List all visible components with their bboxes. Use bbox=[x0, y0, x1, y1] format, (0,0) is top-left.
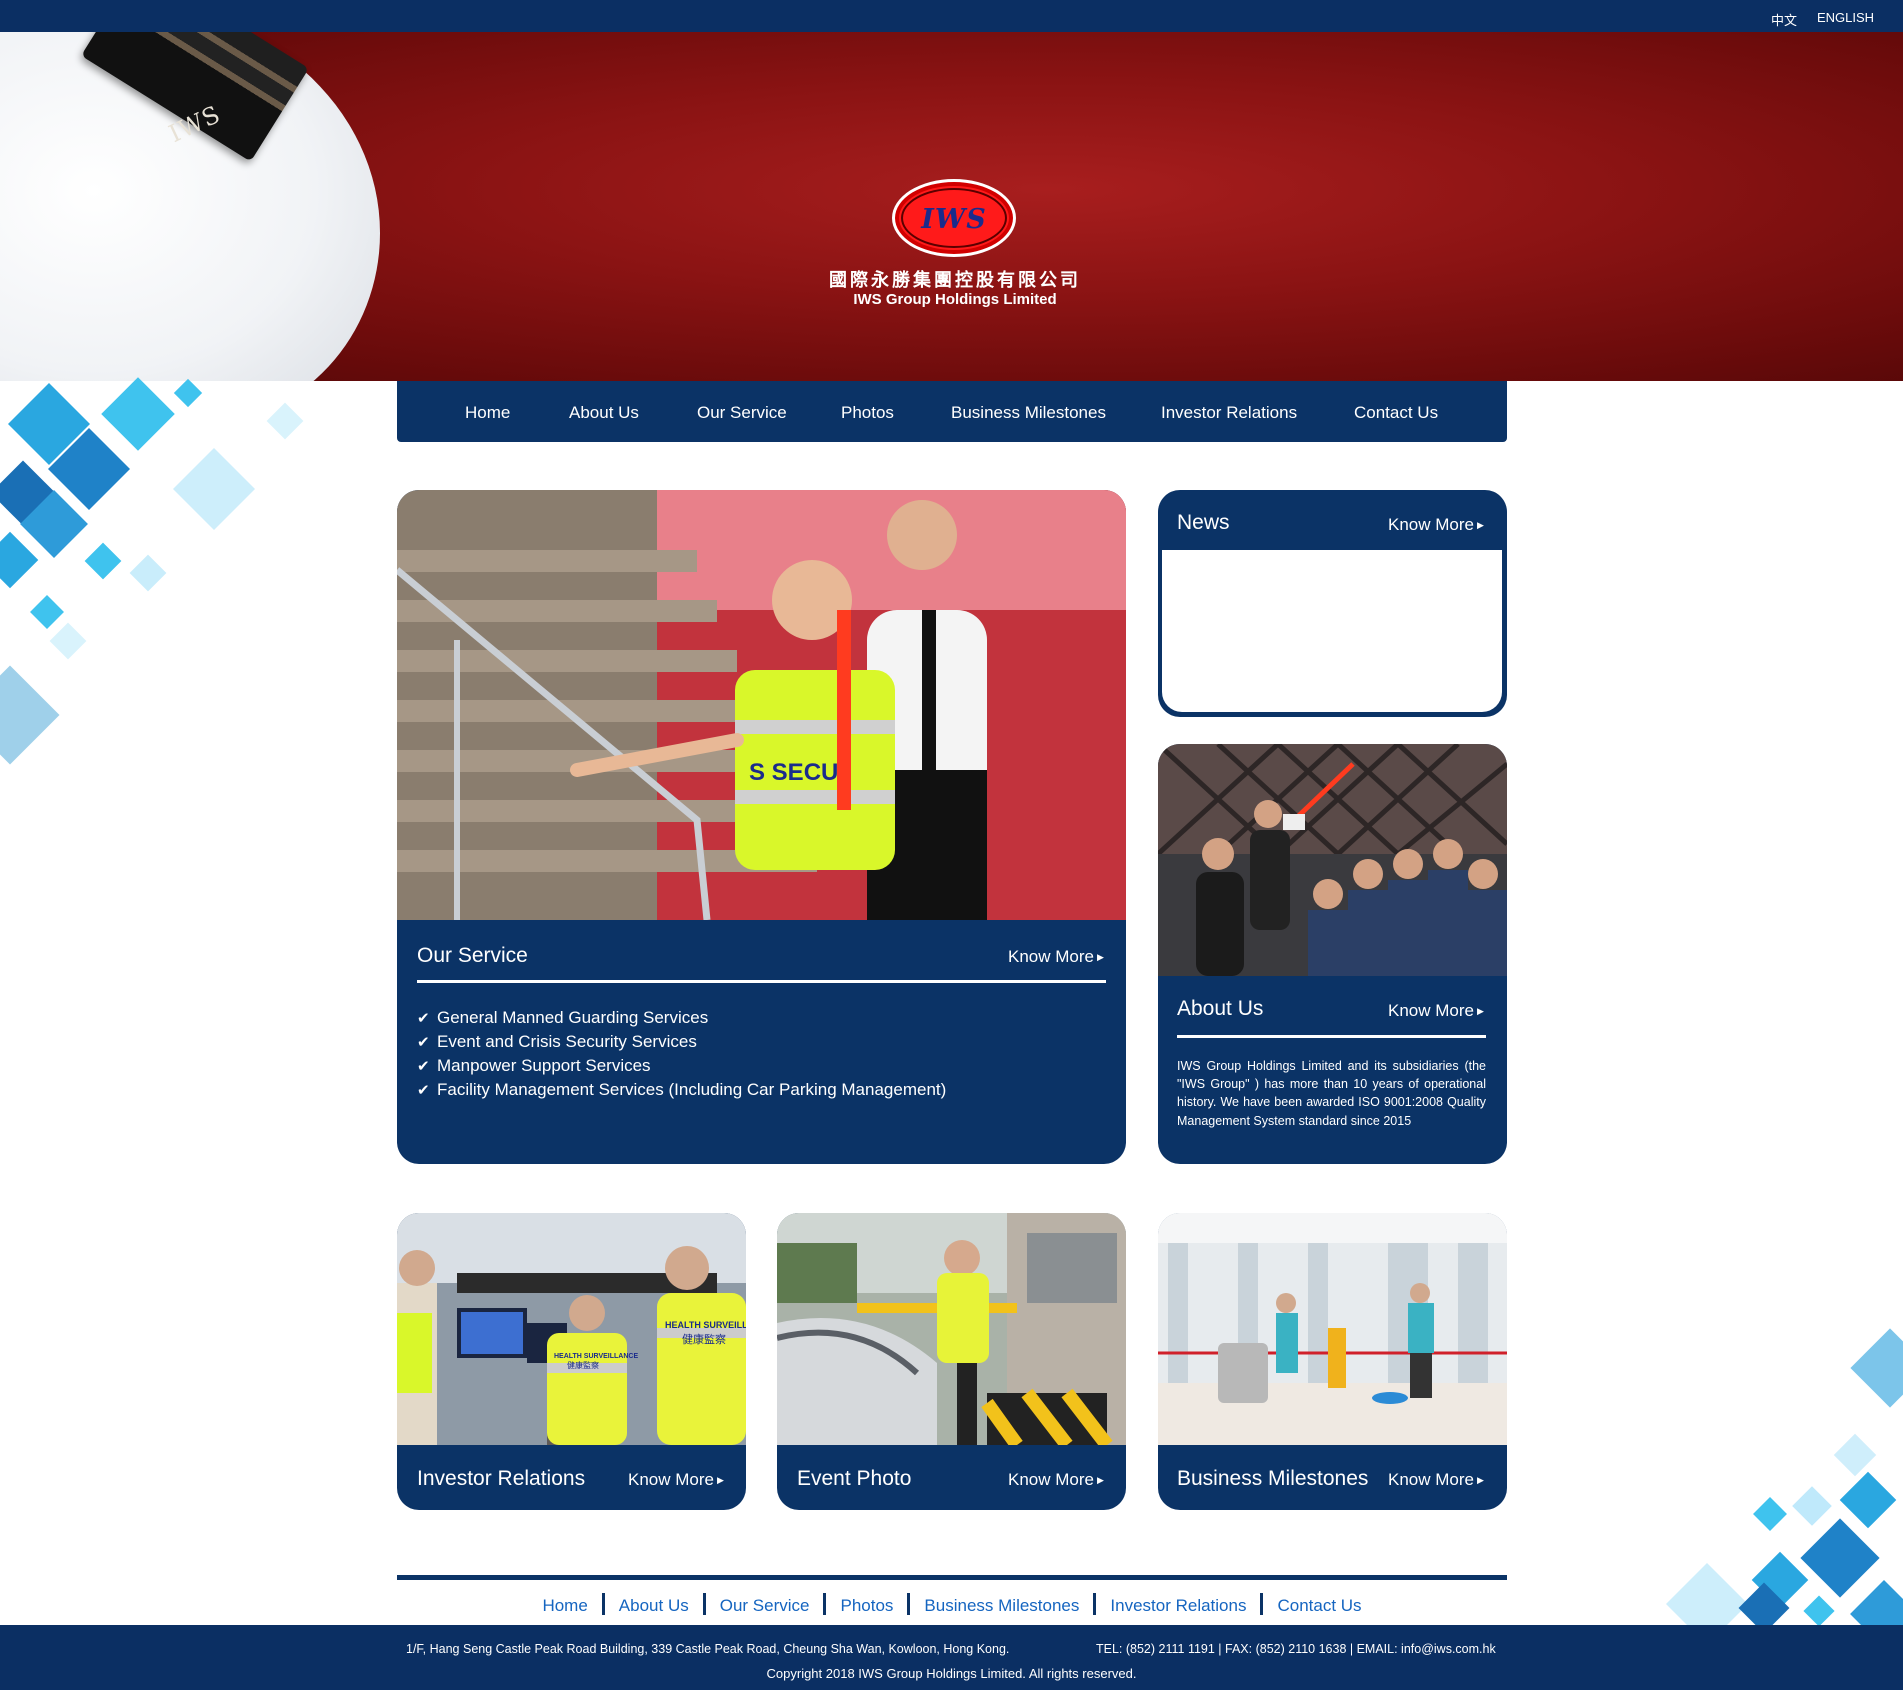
service-item: ✔ General Manned Guarding Services bbox=[417, 1006, 946, 1030]
footer-separator bbox=[702, 1593, 706, 1615]
nav-investor-relations[interactable]: Investor Relations bbox=[1161, 403, 1297, 423]
arrow-right-icon: ▶ bbox=[1096, 1475, 1104, 1485]
investor-relations-photo: HEALTH SURVEILLANCE 健康監察 HEALTH SURVEILL… bbox=[397, 1213, 746, 1445]
business-milestones-know-more[interactable]: Know More ▶ bbox=[1388, 1470, 1484, 1490]
footer-separator bbox=[601, 1593, 605, 1615]
business-milestones-photo bbox=[1158, 1213, 1507, 1445]
investor-relations-title: Investor Relations bbox=[417, 1467, 586, 1490]
know-more-label: Know More bbox=[628, 1470, 714, 1489]
news-title: News bbox=[1177, 511, 1230, 534]
investor-relations-know-more[interactable]: Know More ▶ bbox=[628, 1470, 724, 1490]
nav-photos[interactable]: Photos bbox=[841, 403, 894, 423]
about-us-title: About Us bbox=[1177, 997, 1264, 1020]
our-service-photo: S SECU bbox=[397, 490, 1126, 920]
footer-separator bbox=[823, 1593, 827, 1615]
check-icon: ✔ bbox=[417, 1010, 430, 1027]
event-photo-know-more[interactable]: Know More ▶ bbox=[1008, 1470, 1104, 1490]
logo-mark: IWS bbox=[921, 204, 987, 235]
vest-lettering: S SECU bbox=[749, 759, 838, 786]
service-item: ✔ Manpower Support Services bbox=[417, 1054, 946, 1078]
nav-business-milestones[interactable]: Business Milestones bbox=[951, 403, 1106, 423]
company-logo[interactable]: IWS bbox=[892, 179, 1016, 257]
lang-chinese-link[interactable]: 中文 bbox=[1771, 10, 1797, 29]
investor-relations-card: HEALTH SURVEILLANCE 健康監察 HEALTH SURVEILL… bbox=[397, 1213, 746, 1510]
nav-home[interactable]: Home bbox=[465, 403, 510, 423]
footer-link-our-service[interactable]: Our Service bbox=[720, 1596, 810, 1615]
arrow-right-icon: ▶ bbox=[1096, 952, 1104, 962]
footer-link-home[interactable]: Home bbox=[542, 1596, 587, 1615]
about-us-text: IWS Group Holdings Limited and its subsi… bbox=[1177, 1059, 1486, 1128]
business-milestones-title: Business Milestones bbox=[1177, 1467, 1369, 1490]
lang-english-link[interactable]: ENGLISH bbox=[1817, 10, 1874, 25]
know-more-label: Know More bbox=[1388, 1470, 1474, 1489]
top-language-bar: 中文 ENGLISH bbox=[0, 0, 1903, 32]
about-us-know-more[interactable]: Know More ▶ bbox=[1388, 1001, 1484, 1021]
news-know-more[interactable]: Know More ▶ bbox=[1388, 515, 1484, 535]
arrow-right-icon: ▶ bbox=[1476, 1006, 1484, 1016]
investor-photo-vest-lettering-cn: 健康監察 bbox=[567, 1360, 599, 1370]
event-photo-image bbox=[777, 1213, 1126, 1445]
footer-link-business-milestones[interactable]: Business Milestones bbox=[924, 1596, 1079, 1615]
know-more-label: Know More bbox=[1388, 1001, 1474, 1020]
footer-divider bbox=[397, 1575, 1507, 1580]
footer-links: Home About Us Our Service Photos Business Mi… bbox=[397, 1593, 1507, 1616]
our-service-card: S SECU Our Service Know More ▶ ✔ General M… bbox=[397, 490, 1126, 1164]
investor-photo-vest-lettering-cn-2: 健康監察 bbox=[682, 1332, 726, 1346]
news-card: News Know More ▶ bbox=[1158, 490, 1507, 717]
footer-link-contact-us[interactable]: Contact Us bbox=[1277, 1596, 1361, 1615]
footer-address: 1/F, Hang Seng Castle Peak Road Building… bbox=[406, 1642, 1010, 1656]
main-nav: Home About Us Our Service Photos Busines… bbox=[397, 381, 1507, 442]
about-us-card: About Us Know More ▶ IWS Group Holdings L… bbox=[1158, 744, 1507, 1164]
about-us-divider bbox=[1177, 1035, 1486, 1038]
hero-banner: IWS IWS 國際永勝集團控股有限公司 IWS Group Holdings … bbox=[0, 32, 1903, 381]
footer-separator bbox=[907, 1593, 911, 1615]
check-icon: ✔ bbox=[417, 1082, 430, 1099]
our-service-divider bbox=[417, 980, 1106, 983]
arrow-right-icon: ▶ bbox=[1476, 1475, 1484, 1485]
footer-bar: 1/F, Hang Seng Castle Peak Road Building… bbox=[0, 1625, 1903, 1690]
footer-link-photos[interactable]: Photos bbox=[840, 1596, 893, 1615]
arrow-right-icon: ▶ bbox=[716, 1475, 724, 1485]
know-more-label: Know More bbox=[1388, 515, 1474, 534]
about-us-photo bbox=[1158, 744, 1507, 976]
news-content-area bbox=[1162, 550, 1502, 712]
service-list: ✔ General Manned Guarding Services ✔ Event… bbox=[417, 1006, 946, 1102]
footer-copyright: Copyright 2018 IWS Group Holdings Limite… bbox=[766, 1666, 1137, 1681]
our-service-title: Our Service bbox=[417, 944, 528, 967]
investor-photo-vest-lettering-en-2: HEALTH SURVEILLANCE bbox=[665, 1320, 746, 1330]
check-icon: ✔ bbox=[417, 1034, 430, 1051]
nav-our-service[interactable]: Our Service bbox=[697, 403, 787, 423]
nav-about-us[interactable]: About Us bbox=[569, 403, 639, 423]
nav-contact-us[interactable]: Contact Us bbox=[1354, 403, 1438, 423]
footer-link-about-us[interactable]: About Us bbox=[619, 1596, 689, 1615]
company-name-english: IWS Group Holdings Limited bbox=[853, 291, 1057, 308]
investor-photo-vest-lettering-en: HEALTH SURVEILLANCE bbox=[554, 1353, 638, 1360]
service-item: ✔ Event and Crisis Security Services bbox=[417, 1030, 946, 1054]
event-photo-title: Event Photo bbox=[797, 1467, 912, 1490]
company-name-chinese: 國際永勝集團控股有限公司 bbox=[829, 270, 1081, 290]
arrow-right-icon: ▶ bbox=[1476, 520, 1484, 530]
know-more-label: Know More bbox=[1008, 1470, 1094, 1489]
footer-separator bbox=[1260, 1593, 1264, 1615]
check-icon: ✔ bbox=[417, 1058, 430, 1075]
event-photo-card: Event Photo Know More ▶ bbox=[777, 1213, 1126, 1510]
business-milestones-card: Business Milestones Know More ▶ bbox=[1158, 1213, 1507, 1510]
our-service-know-more[interactable]: Know More ▶ bbox=[1008, 947, 1104, 967]
service-item: ✔ Facility Management Services (Including… bbox=[417, 1078, 946, 1102]
know-more-label: Know More bbox=[1008, 947, 1094, 966]
footer-separator bbox=[1093, 1593, 1097, 1615]
footer-contact-info: TEL: (852) 2111 1191 | FAX: (852) 2110 1… bbox=[1096, 1642, 1496, 1656]
footer-link-investor-relations[interactable]: Investor Relations bbox=[1110, 1596, 1246, 1615]
